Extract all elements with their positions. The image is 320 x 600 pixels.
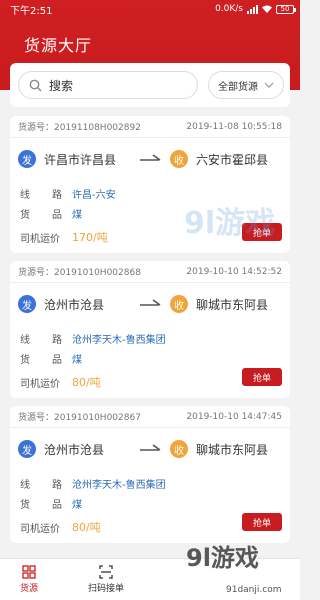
from-badge: 发 (18, 150, 36, 168)
cargo-list: 货源号：20191108H002892 2019-11-08 10:55:18 … (10, 116, 290, 551)
network-speed: 0.0K/s (215, 4, 243, 14)
price-label: 司机运价 (20, 378, 60, 390)
route-line: 发 沧州市沧县 收 聊城市东阿县 (18, 438, 282, 460)
to-city: 聊城市东阿县 (196, 442, 269, 457)
price-label: 司机运价 (20, 233, 60, 245)
card-header: 货源号：20191010H002868 2019-10-10 14:52:52 (10, 261, 290, 283)
grid-icon (22, 565, 36, 579)
watermark-site: 91danji.com (226, 585, 282, 595)
route-value: 许昌-六安 (72, 189, 116, 201)
to-badge: 收 (170, 295, 188, 313)
to-badge: 收 (170, 150, 188, 168)
goods-label: 货品 (20, 209, 62, 221)
cargo-time: 2019-10-10 14:47:45 (186, 411, 282, 422)
goods-label: 货品 (20, 499, 62, 511)
cargo-number: 货源号：20191010H002868 (18, 268, 141, 278)
goods-value: 煤 (72, 209, 82, 221)
search-bar: 搜索 全部货源 (10, 63, 290, 107)
grab-order-button[interactable]: 抢单 (242, 223, 282, 241)
route-value: 沧州李天木-鲁西集团 (72, 334, 166, 346)
wifi-icon (262, 5, 272, 13)
nav-item-cargo[interactable]: 货源 (20, 565, 38, 594)
cargo-time: 2019-10-10 14:52:52 (186, 266, 282, 277)
price-value: 80/吨 (72, 521, 101, 534)
card-header: 货源号：20191010H002867 2019-10-10 14:47:45 (10, 406, 290, 428)
route-line: 发 许昌市许昌县 收 六安市霍邱县 (18, 148, 282, 170)
cargo-card[interactable]: 货源号：20191010H002867 2019-10-10 14:47:45 … (10, 406, 290, 543)
from-badge: 发 (18, 440, 36, 458)
arrow-right-icon (140, 299, 161, 306)
filter-label: 全部货源 (218, 81, 258, 93)
price-value: 80/吨 (72, 376, 101, 389)
search-placeholder: 搜索 (49, 78, 74, 93)
grab-order-button[interactable]: 抢单 (242, 513, 282, 531)
grab-order-button[interactable]: 抢单 (242, 368, 282, 386)
search-input[interactable]: 搜索 (18, 71, 198, 99)
source-filter-dropdown[interactable]: 全部货源 (208, 71, 284, 99)
cargo-card[interactable]: 货源号：20191010H002868 2019-10-10 14:52:52 … (10, 261, 290, 398)
to-city: 聊城市东阿县 (196, 297, 269, 312)
arrow-right-icon (140, 444, 161, 451)
chevron-down-icon (264, 82, 274, 88)
from-city: 沧州市沧县 (44, 297, 105, 312)
search-icon (29, 79, 42, 91)
goods-value: 煤 (72, 354, 82, 366)
arrow-right-icon (140, 154, 161, 161)
goods-label: 货品 (20, 354, 62, 366)
signal-icon (247, 4, 258, 14)
cargo-card[interactable]: 货源号：20191108H002892 2019-11-08 10:55:18 … (10, 116, 290, 253)
from-badge: 发 (18, 295, 36, 313)
scan-icon (99, 565, 113, 579)
price-label: 司机运价 (20, 523, 60, 535)
from-city: 沧州市沧县 (44, 442, 105, 457)
route-label: 线路 (20, 334, 62, 346)
from-city: 许昌市许昌县 (44, 152, 117, 167)
route-value: 沧州李天木-鲁西集团 (72, 479, 166, 491)
to-badge: 收 (170, 440, 188, 458)
status-time: 下午2:51 (10, 5, 53, 17)
route-line: 发 沧州市沧县 收 聊城市东阿县 (18, 293, 282, 315)
cargo-time: 2019-11-08 10:55:18 (186, 121, 282, 132)
route-label: 线路 (20, 189, 62, 201)
cargo-number: 货源号：20191108H002892 (18, 123, 141, 133)
status-icons: 0.0K/s 50 (215, 4, 296, 14)
status-bar: 下午2:51 0.0K/s 50 (0, 0, 300, 18)
nav-item-scan[interactable]: 扫码接单 (88, 565, 124, 594)
nav-label-cargo: 货源 (20, 584, 39, 594)
page-title: 货源大厅 (24, 36, 93, 55)
goods-value: 煤 (72, 499, 82, 511)
nav-label-scan: 扫码接单 (88, 584, 125, 594)
route-label: 线路 (20, 479, 62, 491)
battery-icon: 50 (276, 4, 296, 14)
cargo-number: 货源号：20191010H002867 (18, 413, 141, 423)
price-value: 170/吨 (72, 231, 108, 244)
card-header: 货源号：20191108H002892 2019-11-08 10:55:18 (10, 116, 290, 138)
to-city: 六安市霍邱县 (196, 152, 269, 167)
battery-level: 50 (280, 5, 290, 13)
